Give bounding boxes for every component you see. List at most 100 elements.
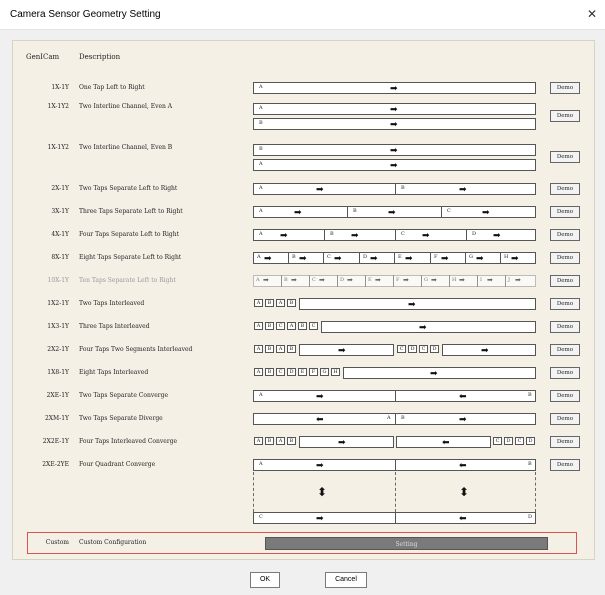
- demo-button[interactable]: Demo: [550, 344, 580, 356]
- tap-pixel: B: [287, 299, 296, 307]
- arrow-left-icon: ⬅: [442, 437, 450, 447]
- tap-label: A: [259, 185, 263, 191]
- arrow-right-icon: ➡: [299, 253, 307, 263]
- tap-pixel: C: [397, 345, 406, 353]
- row-description: Two Taps Interleaved: [79, 300, 145, 307]
- quadrant-divider: [253, 472, 254, 512]
- tap-pixel: B: [265, 368, 274, 376]
- row-code: 2X2E-1Y: [42, 438, 69, 445]
- tap-segment: [254, 459, 396, 471]
- row-description: Two Taps Separate Diverge: [79, 415, 163, 422]
- tap-segment: [254, 512, 396, 524]
- tap-label: E: [398, 254, 402, 260]
- tap-diagram: A ➡: [253, 159, 536, 171]
- demo-button[interactable]: Demo: [550, 151, 580, 163]
- arrow-right-icon: ➡: [316, 460, 324, 470]
- tap-pixel: B: [287, 437, 296, 445]
- arrow-right-icon: ➡: [334, 253, 342, 263]
- arrow-right-icon: ➡: [459, 414, 467, 424]
- tap-label: B: [353, 208, 357, 214]
- demo-button[interactable]: Demo: [550, 321, 580, 333]
- quadrant-divider: [395, 472, 396, 512]
- cancel-button[interactable]: Cancel: [325, 572, 367, 588]
- arrow-right-icon: ➡: [408, 299, 416, 309]
- tap-pixel: H: [331, 368, 340, 376]
- demo-button[interactable]: Demo: [550, 183, 580, 195]
- tap-label: A: [256, 277, 260, 283]
- tap-pixel: A: [254, 368, 263, 376]
- demo-button[interactable]: Demo: [550, 110, 580, 122]
- tap-label: C: [401, 231, 405, 237]
- tap-segment: [254, 413, 396, 425]
- arrow-right-icon: ➡: [264, 253, 272, 263]
- tap-label: B: [292, 254, 296, 260]
- close-icon[interactable]: ✕: [581, 3, 603, 25]
- tap-segment: [254, 390, 396, 402]
- demo-button[interactable]: Demo: [550, 298, 580, 310]
- arrow-right-icon: ➡: [422, 230, 430, 240]
- tap-pixel: D: [287, 368, 296, 376]
- setting-button[interactable]: Setting: [265, 537, 548, 550]
- tap-pixel: G: [320, 368, 329, 376]
- demo-button[interactable]: Demo: [550, 459, 580, 471]
- tap-diagram: A ➡ B ➡ C ➡ D ➡ E ➡ F ➡ G ➡ H ➡ I ➡ J ➡: [253, 275, 536, 287]
- row-code: 2XM-1Y: [44, 415, 69, 422]
- tap-pixel: B: [265, 437, 274, 445]
- arrow-right-icon: ➡: [482, 207, 490, 217]
- arrow-left-icon: ⬅: [459, 391, 467, 401]
- tap-pixel: A: [276, 299, 285, 307]
- arrow-left-icon: ⬅: [459, 513, 467, 523]
- arrow-right-icon: ➡: [316, 391, 324, 401]
- tap-diagram: A ➡: [253, 103, 536, 115]
- row-description: Four Taps Separate Left to Right: [79, 231, 179, 238]
- tap-label: D: [340, 277, 345, 283]
- demo-button[interactable]: Demo: [550, 252, 580, 264]
- arrow-right-icon: ➡: [347, 277, 353, 284]
- tap-track: ➡: [343, 367, 536, 379]
- tap-pixel: C: [276, 368, 285, 376]
- tap-diagram: C ➡ ⬅ D: [253, 512, 536, 524]
- tap-track: ➡: [321, 321, 536, 333]
- custom-description: Custom Configuration: [79, 539, 147, 546]
- demo-button[interactable]: Demo: [550, 275, 580, 287]
- tap-diagram: A ➡ B ➡ C ➡ D ➡ E ➡ F ➡ G ➡ H ➡: [253, 252, 536, 264]
- tap-diagram: A ➡ ⬅ B: [253, 390, 536, 402]
- tap-pixel: A: [254, 345, 263, 353]
- tap-label: B: [528, 461, 532, 467]
- row-code: 8X-1Y: [51, 254, 69, 261]
- row-code: 3X-1Y: [51, 208, 69, 215]
- arrow-left-icon: ⬅: [459, 460, 467, 470]
- tap-label: D: [363, 254, 368, 260]
- arrow-right-icon: ➡: [316, 184, 324, 194]
- tap-label: B: [259, 120, 263, 126]
- arrow-right-icon: ➡: [430, 368, 438, 378]
- tap-diagram: ⬅ A B ➡: [253, 413, 536, 425]
- demo-button[interactable]: Demo: [550, 229, 580, 241]
- arrow-right-icon: ➡: [405, 253, 413, 263]
- demo-button[interactable]: Demo: [550, 82, 580, 94]
- arrow-right-icon: ➡: [481, 345, 489, 355]
- tap-pixel: C: [515, 437, 524, 445]
- ok-button[interactable]: OK: [250, 572, 280, 588]
- demo-button[interactable]: Demo: [550, 436, 580, 448]
- tap-pixel: C: [419, 345, 428, 353]
- demo-button[interactable]: Demo: [550, 413, 580, 425]
- row-description: Two Taps Separate Converge: [79, 392, 169, 399]
- tap-track: ⬅: [396, 436, 491, 448]
- demo-button[interactable]: Demo: [550, 390, 580, 402]
- tap-diagram: A ➡ B ➡ C ➡ D ➡: [253, 229, 536, 241]
- arrow-right-icon: ➡: [390, 104, 398, 114]
- tap-label: A: [257, 254, 261, 260]
- arrow-right-icon: ➡: [459, 277, 465, 284]
- tap-pixel: D: [526, 437, 535, 445]
- quadrant-divider: [535, 472, 536, 512]
- tap-label: A: [259, 105, 263, 111]
- demo-button[interactable]: Demo: [550, 206, 580, 218]
- tap-label: C: [327, 254, 331, 260]
- tap-pixel: A: [276, 437, 285, 445]
- row-description: Four Taps Interleaved Converge: [79, 438, 178, 445]
- arrow-right-icon: ➡: [493, 230, 501, 240]
- row-description: Four Quadrant Converge: [79, 461, 156, 468]
- demo-button[interactable]: Demo: [550, 367, 580, 379]
- arrow-right-icon: ➡: [390, 119, 398, 129]
